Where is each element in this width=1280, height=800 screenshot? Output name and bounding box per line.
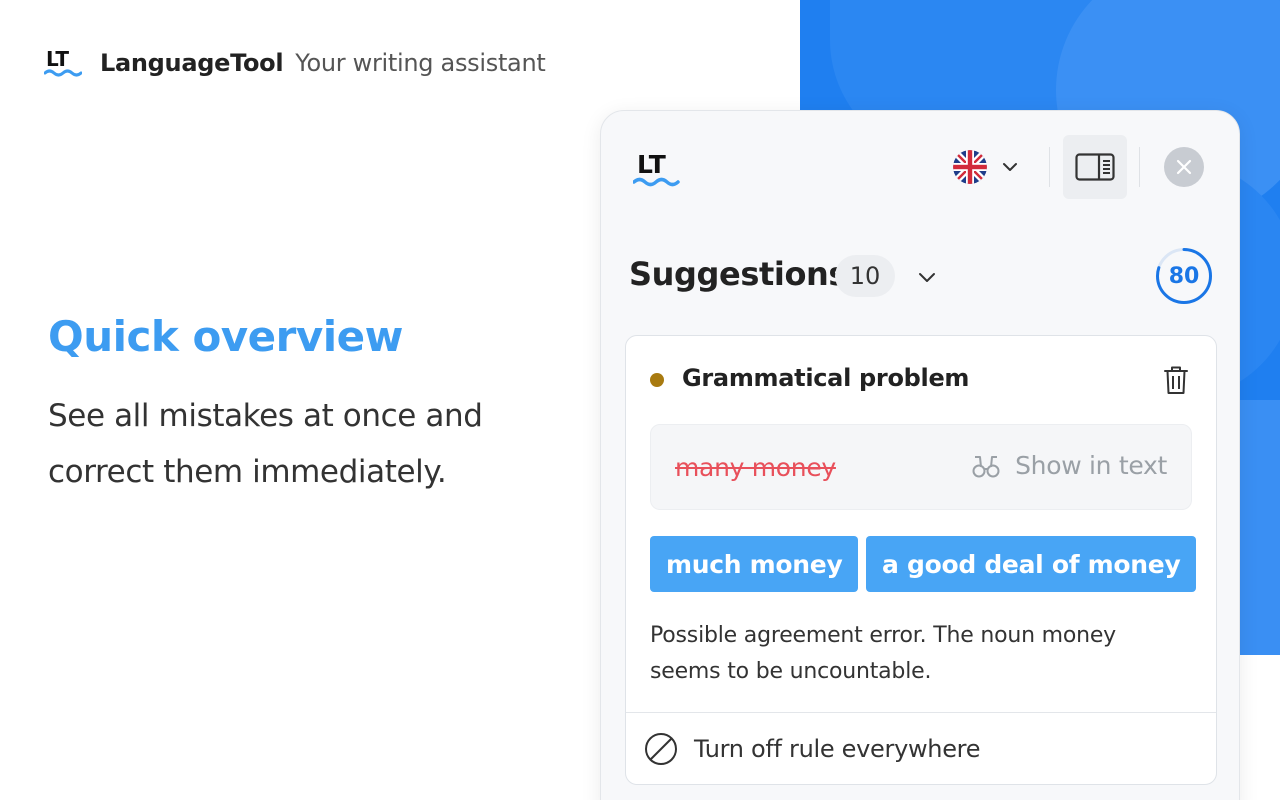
toolbar-divider (1139, 147, 1140, 187)
brand-header: LT LanguageTool Your writing assistant (44, 44, 546, 82)
sidebar-toggle-button[interactable] (1063, 135, 1127, 199)
svg-text:LT: LT (637, 150, 666, 179)
chevron-down-icon[interactable] (917, 267, 937, 287)
show-in-text-label: Show in text (1015, 451, 1167, 480)
show-in-text-button[interactable]: Show in text (971, 451, 1167, 480)
category-dot (650, 373, 664, 387)
hero-subcopy: See all mistakes at once and correct the… (48, 398, 483, 490)
disable-icon (645, 733, 677, 765)
toolbar-divider (1049, 147, 1050, 187)
suggestions-count-badge: 10 (835, 255, 895, 297)
hero-headline: Quick overview (48, 312, 403, 361)
background-shape (1240, 655, 1280, 800)
binoculars-icon (972, 455, 1000, 477)
uk-flag-icon (953, 150, 987, 184)
turn-off-rule-button[interactable]: Turn off rule everywhere (644, 732, 980, 766)
error-context-box: many money Show in text (650, 424, 1192, 510)
svg-text:LT: LT (46, 47, 69, 71)
sidebar-icon (1075, 153, 1115, 181)
replacement-chip[interactable]: much money (650, 536, 859, 592)
suggestions-title: Suggestions (629, 255, 848, 293)
error-text: many money (675, 453, 836, 482)
close-icon (1176, 159, 1192, 175)
suggestions-panel: LT Suggestions 10 80 Grammatical problem… (600, 110, 1240, 800)
close-button[interactable] (1164, 147, 1204, 187)
replacement-chip[interactable]: a good deal of money (866, 536, 1197, 592)
turn-off-rule-label: Turn off rule everywhere (694, 735, 981, 763)
chevron-down-icon (1003, 163, 1017, 171)
language-selector[interactable] (953, 147, 1029, 187)
score-value: 80 (1168, 263, 1200, 289)
suggestion-category: Grammatical problem (682, 364, 970, 392)
trash-icon[interactable] (1162, 364, 1190, 396)
brand-tagline: Your writing assistant (295, 49, 546, 77)
suggestion-card: Grammatical problem many money Show in t… (625, 335, 1217, 785)
card-divider (626, 712, 1216, 713)
languagetool-logo-icon: LT (44, 47, 82, 77)
suggestion-description: Possible agreement error. The noun money… (650, 623, 1116, 684)
languagetool-logo-icon: LT (633, 150, 680, 187)
brand-name: LanguageTool (100, 49, 284, 77)
